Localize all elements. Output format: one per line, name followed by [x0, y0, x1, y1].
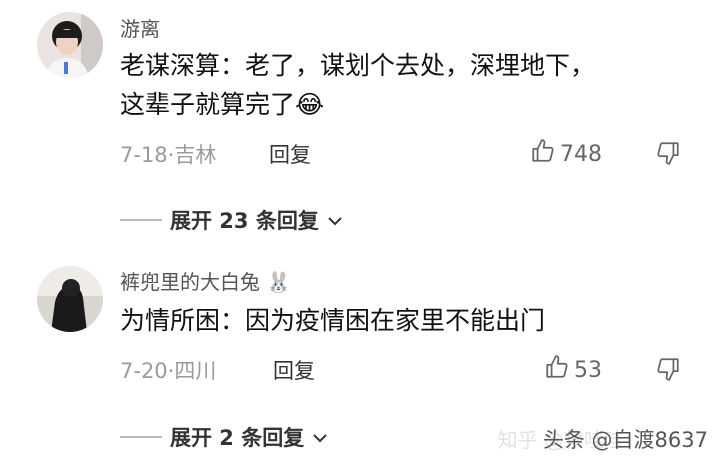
- dislike-button[interactable]: [655, 140, 681, 170]
- username-text: 裤兜里的大白兔: [120, 270, 260, 294]
- thumbs-down-icon: [655, 358, 681, 386]
- reply-button[interactable]: 回复: [273, 355, 315, 385]
- like-count: 748: [560, 141, 602, 167]
- expand-replies-button[interactable]: 展开 23 条回复: [120, 205, 343, 235]
- comment-content-line: 老谋深算：老了，谋划个去处，深埋地下，: [120, 51, 596, 80]
- like-button[interactable]: 748: [530, 138, 602, 170]
- comment-username[interactable]: 游离: [120, 13, 160, 42]
- comment-username[interactable]: 裤兜里的大白兔 🐰: [120, 266, 291, 295]
- comment-location: 吉林: [174, 143, 217, 167]
- dislike-button[interactable]: [655, 356, 681, 386]
- comment-date: 7-18: [120, 143, 168, 167]
- chevron-down-icon: [327, 208, 343, 232]
- reply-button[interactable]: 回复: [269, 139, 311, 169]
- like-count: 53: [574, 357, 602, 383]
- comment-content-text: 这辈子就算完了: [120, 90, 296, 119]
- comment-meta: 7-18·吉林: [120, 139, 216, 169]
- divider-line: [120, 436, 162, 438]
- avatar[interactable]: [37, 266, 103, 332]
- laughing-emoji-icon: 😂: [295, 90, 325, 119]
- comment-date: 7-20: [120, 359, 168, 383]
- comment-meta: 7-20·四川: [120, 355, 216, 385]
- comment-content-line: 这辈子就算完了😂: [120, 85, 680, 124]
- expand-replies-label: 展开 23 条回复: [170, 209, 319, 233]
- expand-replies-label: 展开 2 条回复: [170, 426, 305, 450]
- watermark: 头条 @自渡8637: [542, 428, 708, 452]
- comment-content-line: 为情所困：因为疫情困在家里不能出门: [120, 306, 546, 335]
- thumbs-down-icon: [655, 142, 681, 170]
- chevron-down-icon: [312, 425, 328, 449]
- thumbs-up-icon: [544, 354, 570, 386]
- comment-content: 为情所困：因为疫情困在家里不能出门: [120, 301, 680, 340]
- comment-content: 老谋深算：老了，谋划个去处，深埋地下， 这辈子就算完了😂: [120, 46, 680, 124]
- divider-line: [120, 219, 162, 221]
- expand-replies-button[interactable]: 展开 2 条回复: [120, 422, 328, 452]
- like-button[interactable]: 53: [544, 354, 602, 386]
- avatar[interactable]: [37, 12, 103, 78]
- comment-location: 四川: [174, 359, 217, 383]
- rabbit-emoji-icon: 🐰: [266, 270, 292, 294]
- thumbs-up-icon: [530, 138, 556, 170]
